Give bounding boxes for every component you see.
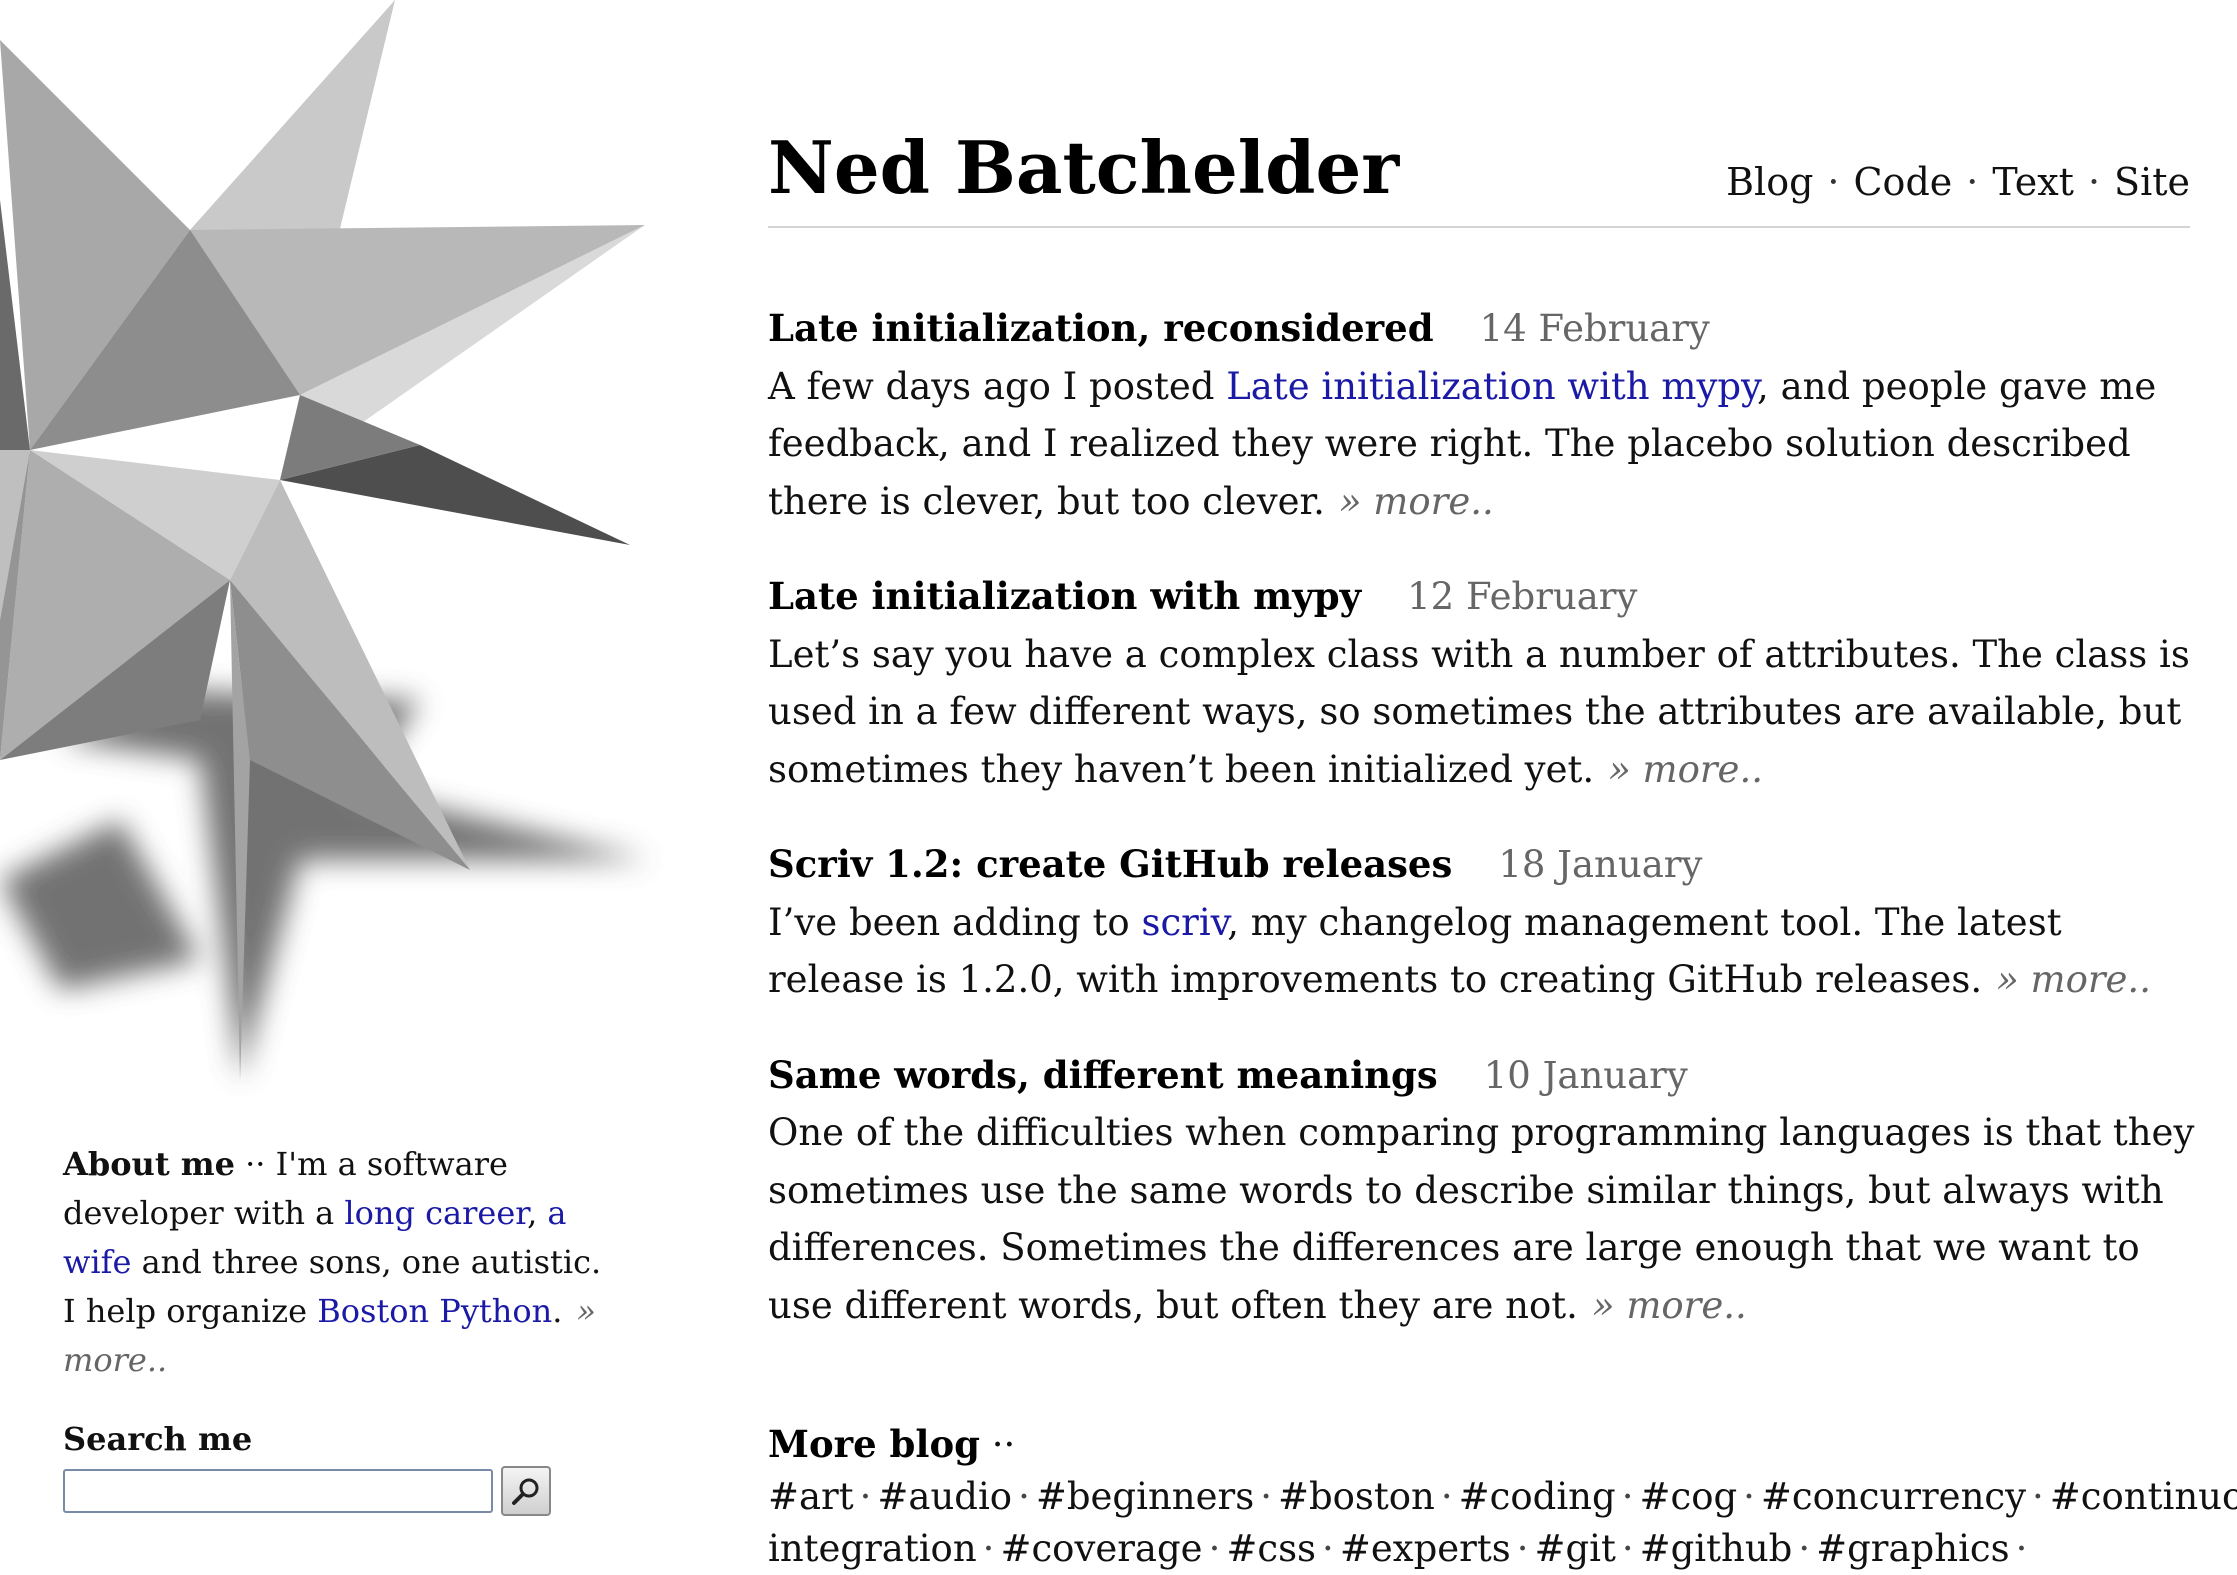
post-title[interactable]: Late initialization, reconsidered <box>768 306 1434 350</box>
search-form <box>63 1466 623 1516</box>
post-title[interactable]: Late initialization with mypy <box>768 574 1361 618</box>
post-more-link[interactable]: » more.. <box>1592 1284 1747 1327</box>
about-me-heading: About me <box>63 1145 235 1183</box>
tag-separator: · <box>982 1527 995 1570</box>
more-blog-tags: More blog ·· #art · #audio · #beginners · #bos… <box>768 1418 2237 1575</box>
post-date: 18 January <box>1498 843 1703 886</box>
nav-text[interactable]: Text <box>1992 160 2074 204</box>
tag-separator: · <box>1516 1527 1529 1570</box>
post-title[interactable]: Scriv 1.2: create GitHub releases <box>768 842 1452 886</box>
nav-blog[interactable]: Blog <box>1726 160 1813 204</box>
boston-python-link[interactable]: Boston Python <box>317 1292 552 1330</box>
tag-separator: · <box>1018 1475 1030 1518</box>
tag-separator: · <box>1743 1475 1755 1518</box>
post-item: Same words, different meanings 10 January… <box>768 1047 2208 1335</box>
tag-separator: · <box>1621 1527 1634 1570</box>
tag-link[interactable]: #graphics <box>1816 1527 2010 1570</box>
tag-separator: · <box>1440 1475 1453 1518</box>
star-logo-image <box>0 0 650 1080</box>
nav-code[interactable]: Code <box>1853 160 1952 204</box>
post-more-link[interactable]: » more.. <box>1996 958 2151 1001</box>
tag-separator: · <box>2032 1475 2044 1518</box>
tag-link[interactable]: #beginners <box>1036 1475 1254 1518</box>
post-item: Late initialization, reconsidered 14 Febr… <box>768 300 2208 530</box>
search-input[interactable] <box>63 1469 493 1513</box>
post-summary: One of the difficulties when comparing p… <box>768 1111 2195 1327</box>
tag-separator: · <box>1260 1475 1272 1518</box>
post-date: 10 January <box>1483 1053 1688 1097</box>
tag-link[interactable]: #github <box>1640 1527 1793 1570</box>
tag-list: #art · #audio · #beginners · #boston · #coding · #… <box>768 1475 2237 1570</box>
about-me-section: About me ·· I'm a software developer wit… <box>63 1145 602 1379</box>
post-item: Late initialization with mypy 12 February… <box>768 568 2208 798</box>
tag-link[interactable]: #boston <box>1278 1475 1435 1518</box>
nav-site[interactable]: Site <box>2114 160 2190 204</box>
search-button[interactable] <box>501 1466 551 1516</box>
post-item: Scriv 1.2: create GitHub releases 18 Janu… <box>768 836 2208 1009</box>
post-more-link[interactable]: » more.. <box>1608 748 1763 791</box>
tag-link[interactable]: #coding <box>1459 1475 1616 1518</box>
more-blog-heading: More blog <box>768 1422 981 1466</box>
post-summary: A few days ago I posted Late initializat… <box>768 364 2157 523</box>
post-date: 12 February <box>1407 575 1638 618</box>
post-inline-link[interactable]: scriv <box>1141 901 1227 944</box>
site-title[interactable]: Ned Batchelder <box>768 120 1399 216</box>
tag-link[interactable]: #cog <box>1639 1475 1737 1518</box>
post-more-link[interactable]: » more.. <box>1339 480 1494 523</box>
tag-separator: · <box>1798 1527 1811 1570</box>
post-inline-link[interactable]: Late initialization with mypy <box>1226 365 1757 408</box>
sidebar: About me ·· I'm a software developer wit… <box>63 1140 623 1516</box>
post-title[interactable]: Same words, different meanings <box>768 1053 1438 1097</box>
site-header: Ned Batchelder Blog · Code · Text · Site <box>768 120 2190 228</box>
long-career-link[interactable]: long career <box>344 1194 527 1232</box>
post-date: 14 February <box>1479 307 1710 350</box>
post-list: Late initialization, reconsidered 14 Febr… <box>768 300 2208 1372</box>
tag-separator: · <box>1322 1527 1334 1570</box>
post-summary: I’ve been adding to scriv, my changelog … <box>768 900 2151 1002</box>
magnifier-icon <box>512 1478 539 1505</box>
tag-link[interactable]: #concurrency <box>1761 1475 2026 1518</box>
tag-separator: · <box>2015 1527 2028 1570</box>
post-summary: Let’s say you have a complex class with … <box>768 632 2190 791</box>
tag-separator: · <box>859 1475 872 1518</box>
tag-link[interactable]: #css <box>1226 1527 1316 1570</box>
main-nav: Blog · Code · Text · Site <box>1726 160 2190 204</box>
tag-link[interactable]: #experts <box>1340 1527 1511 1570</box>
tag-separator: · <box>1621 1475 1634 1518</box>
tag-link[interactable]: #audio <box>877 1475 1012 1518</box>
search-heading: Search me <box>63 1420 253 1458</box>
tag-link[interactable]: #coverage <box>1000 1527 1202 1570</box>
tag-separator: · <box>1208 1527 1221 1570</box>
tag-link[interactable]: #git <box>1534 1527 1615 1570</box>
tag-link[interactable]: #art <box>768 1475 854 1518</box>
